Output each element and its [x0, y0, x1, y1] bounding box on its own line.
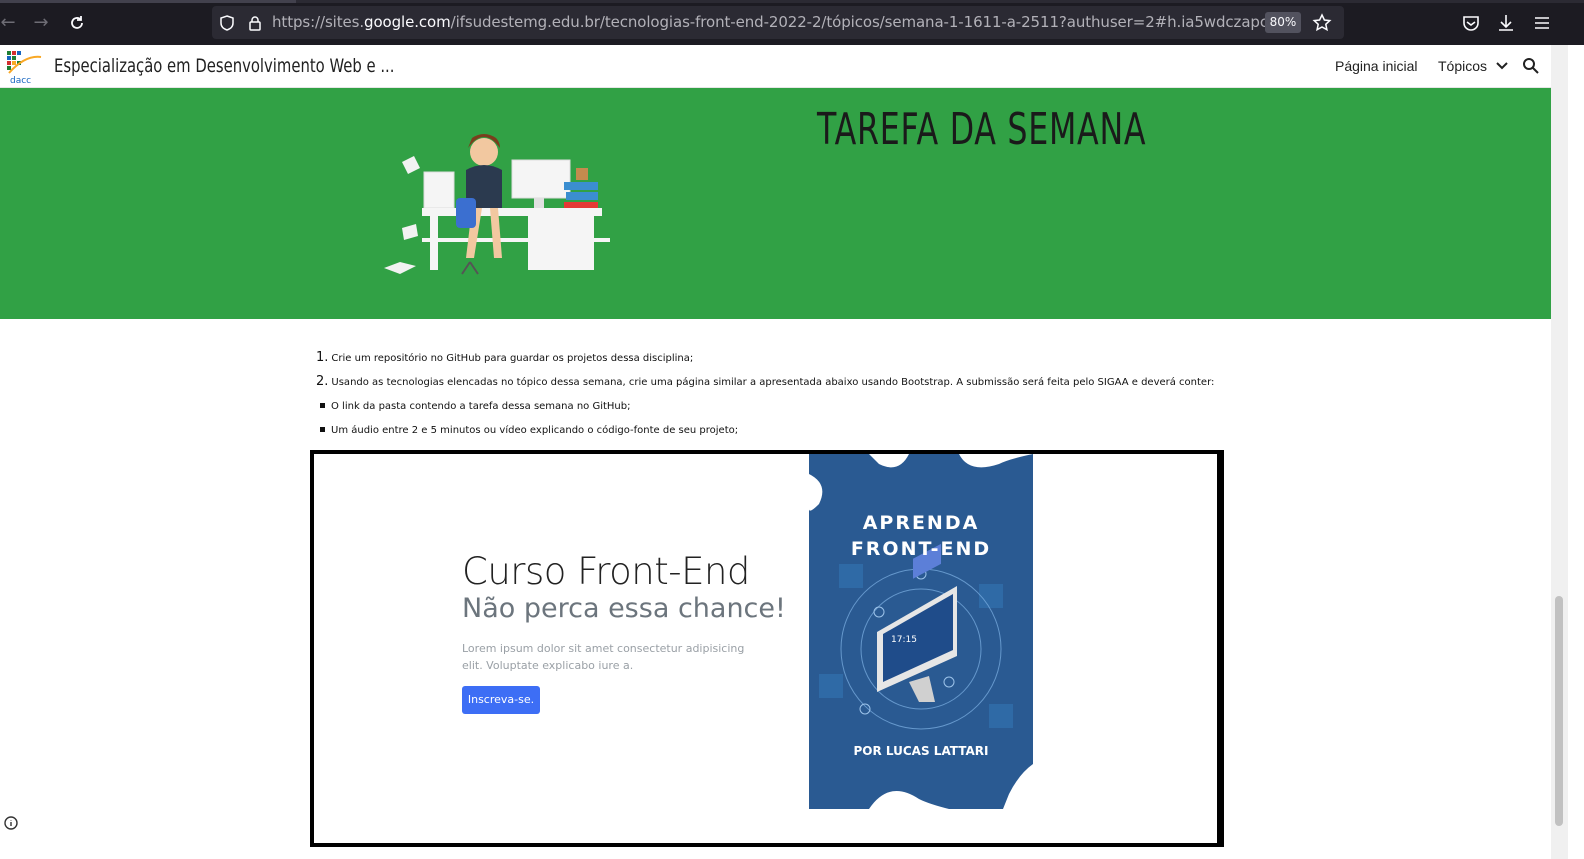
logo-text: dacc — [10, 76, 31, 85]
nav-topics-link[interactable]: Tópicos — [1438, 45, 1487, 87]
pocket-icon[interactable] — [1460, 12, 1482, 34]
zoom-level-badge[interactable]: 80% — [1265, 12, 1301, 33]
bullet-item: O link da pasta contendo a tarefa dessa … — [331, 401, 631, 412]
url-path: /ifsudestemg.edu.br/tecnologias-front-en… — [450, 13, 1287, 31]
bullet-marker — [320, 427, 325, 432]
instruction-text: Usando as tecnologias elencadas no tópic… — [331, 377, 1215, 388]
instruction-text: Crie um repositório no GitHub para guard… — [331, 353, 694, 364]
instruction-item: 2. Usando as tecnologias elencadas no tóp… — [316, 374, 1214, 389]
poster-line1: APRENDA — [862, 512, 980, 534]
banner-title: TAREFA DA SEMANA — [817, 104, 1147, 155]
lock-icon[interactable] — [246, 14, 264, 32]
url-text[interactable]: https://sites.google.com/ifsudestemg.edu… — [272, 6, 1287, 39]
reload-icon[interactable] — [65, 11, 89, 35]
course-poster: 17:15 APRENDA FRONT-END POR LUCAS LATTAR… — [809, 454, 1033, 809]
instruction-item: 1. Crie um repositório no GitHub para gua… — [316, 350, 693, 365]
site-title[interactable]: Especialização em Desenvolvimento Web e … — [54, 45, 394, 88]
site-logo[interactable]: dacc — [5, 49, 43, 85]
office-worker-illustration — [384, 134, 610, 275]
star-icon[interactable] — [1312, 13, 1332, 33]
browser-toolbar: ← → https://sites.google.com/ifsudestemg… — [0, 0, 1584, 45]
chevron-down-icon[interactable] — [1495, 59, 1509, 73]
info-icon[interactable] — [4, 816, 18, 830]
download-icon[interactable] — [1495, 12, 1517, 34]
poster-author: POR LUCAS LATTARI — [853, 744, 989, 758]
preview-lead: Lorem ipsum dolor sit amet consectetur a… — [462, 642, 745, 672]
nav-home-link[interactable]: Página inicial — [1335, 45, 1418, 87]
active-tab-indicator[interactable] — [0, 0, 296, 3]
preview-subtitle: Não perca essa chance! — [462, 593, 786, 624]
instruction-number: 1. — [316, 350, 329, 365]
poster-screen-time: 17:15 — [891, 635, 917, 645]
example-page-preview: Curso Front-End Não perca essa chance! L… — [310, 450, 1224, 847]
back-icon[interactable]: ← — [0, 11, 20, 35]
menu-icon[interactable] — [1531, 12, 1553, 34]
poster-line2: FRONT-END — [850, 538, 992, 560]
section-banner: TAREFA DA SEMANA — [0, 88, 1551, 319]
bullet-item: Um áudio entre 2 e 5 minutos ou vídeo ex… — [331, 425, 739, 436]
site-header: dacc Especialização em Desenvolvimento W… — [0, 45, 1551, 88]
address-bar[interactable]: https://sites.google.com/ifsudestemg.edu… — [212, 6, 1344, 39]
page-scrollbar-thumb[interactable] — [1555, 596, 1563, 826]
instruction-number: 2. — [316, 374, 329, 389]
forward-icon[interactable]: → — [29, 11, 53, 35]
url-prefix: https://sites. — [272, 13, 365, 31]
preview-title: Curso Front-End — [462, 550, 750, 593]
subscribe-button[interactable]: Inscreva-se. — [462, 686, 540, 714]
shield-icon[interactable] — [218, 14, 236, 32]
search-icon[interactable] — [1522, 57, 1540, 75]
url-domain: google.com — [364, 13, 451, 31]
bullet-marker — [320, 403, 325, 408]
